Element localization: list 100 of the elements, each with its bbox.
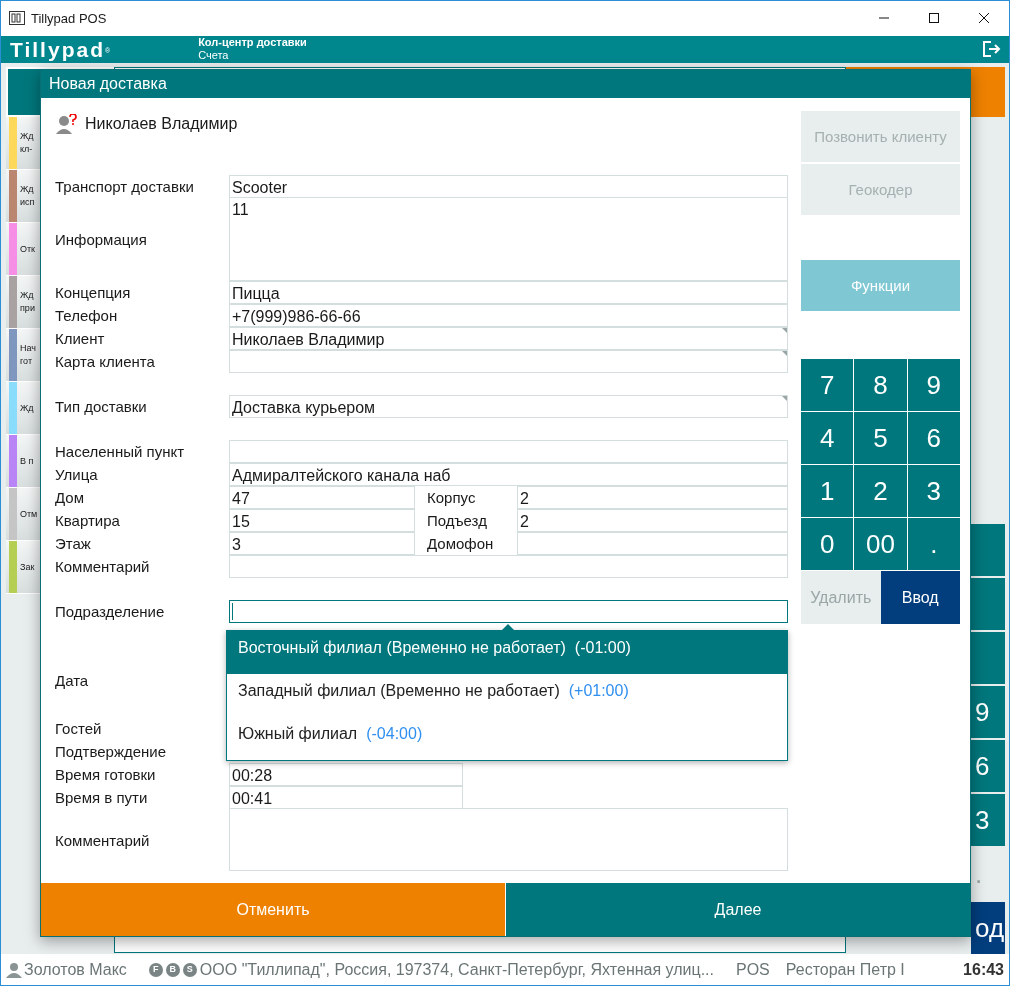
- text-field[interactable]: 2: [517, 508, 788, 532]
- side-key[interactable]: 3: [971, 794, 1005, 847]
- text-field[interactable]: 47: [229, 485, 415, 509]
- status-text: Отк: [20, 242, 36, 256]
- user-question-icon: [55, 114, 77, 135]
- field-label: Квартира: [55, 511, 121, 532]
- dropdown-option[interactable]: Западный филиал (Временно не работает) (+01:00): [227, 674, 787, 718]
- field-label: Населенный пункт: [55, 442, 186, 463]
- field-label: Дата: [55, 671, 90, 692]
- footer-button[interactable]: Отменить: [41, 883, 505, 937]
- field-label: Улица: [55, 465, 99, 486]
- keypad-key[interactable]: 1: [801, 465, 854, 518]
- text-field[interactable]: Адмиралтейского канала наб: [229, 462, 788, 486]
- header-title: Кол-центр доставки: [198, 36, 307, 50]
- field-label: Клиент: [55, 329, 106, 350]
- field-label: Время готовки: [55, 765, 157, 786]
- header-subtitle: Счета: [198, 49, 230, 63]
- status-text: Жд: [20, 401, 34, 415]
- keypad-key[interactable]: 0: [801, 518, 854, 571]
- field-label: Телефон: [55, 306, 119, 327]
- status-text: при: [20, 302, 35, 316]
- restaurant-name: Ресторан Петр I: [785, 959, 905, 980]
- field-label: Информация: [55, 230, 148, 251]
- status-text: Жд: [20, 130, 34, 144]
- field-value: 2: [519, 512, 530, 530]
- text-field[interactable]: [229, 554, 788, 578]
- logout-icon[interactable]: [983, 41, 1001, 58]
- field-label: Тип доставки: [55, 397, 148, 418]
- side-key[interactable]: [971, 524, 1005, 577]
- app-icon: [9, 11, 25, 26]
- field-label: Корпус: [426, 488, 477, 509]
- field-label: Концепция: [55, 283, 132, 304]
- field-value: 15: [231, 512, 251, 530]
- keypad-key[interactable]: 4: [801, 412, 854, 465]
- field-label: Подразделение: [55, 602, 166, 623]
- text-cursor: [232, 603, 233, 621]
- field-value: Пицца: [231, 284, 281, 302]
- maximize-icon[interactable]: [929, 13, 939, 24]
- dropdown-option[interactable]: Восточный филиал (Временно не работает) (-01:00): [227, 631, 787, 675]
- status-text: исп: [20, 196, 35, 210]
- status-text: Отм: [20, 507, 38, 521]
- status-badge: B: [165, 962, 180, 977]
- keypad-key[interactable]: .: [907, 518, 960, 571]
- text-field[interactable]: 3: [229, 531, 415, 555]
- side-key[interactable]: 6: [971, 740, 1005, 793]
- status-badge: S: [182, 962, 197, 977]
- keypad-key[interactable]: 6: [907, 412, 960, 465]
- user-icon: [6, 961, 22, 978]
- status-text: В п: [20, 454, 34, 468]
- text-field[interactable]: 2: [517, 485, 788, 509]
- field-value: +7(999)986-66-66: [231, 307, 362, 325]
- text-field[interactable]: 00:28: [229, 762, 463, 786]
- text-area[interactable]: 11: [229, 197, 788, 282]
- status-text: Жд: [20, 183, 35, 197]
- text-field[interactable]: Доставка курьером: [229, 394, 788, 418]
- text-field[interactable]: Николаев Владимир: [229, 326, 788, 350]
- keypad-key[interactable]: 8: [854, 359, 907, 412]
- logo: Tillypad$^{®}$: [10, 38, 113, 60]
- side-key[interactable]: 9: [971, 686, 1005, 739]
- text-field[interactable]: Scooter: [229, 174, 788, 198]
- status-text: кл-: [20, 143, 34, 157]
- client-name: Николаев Владимир: [85, 114, 238, 135]
- dialog-title: Новая доставка: [49, 74, 167, 95]
- side-key[interactable]: [971, 578, 1005, 631]
- keypad-key[interactable]: Ввод: [880, 571, 960, 625]
- text-field[interactable]: 15: [229, 508, 415, 532]
- corner-mark-icon: [782, 350, 787, 356]
- text-field[interactable]: [517, 531, 788, 555]
- field-label: Подтверждение: [55, 742, 168, 763]
- field-label: Комментарий: [55, 557, 151, 578]
- keypad-key[interactable]: 5: [854, 412, 907, 465]
- keypad-key[interactable]: 3: [907, 465, 960, 518]
- corner-mark-icon: [782, 395, 787, 401]
- footer-button[interactable]: Далее: [505, 883, 970, 937]
- side-key[interactable]: [971, 632, 1005, 685]
- side-key[interactable]: од: [971, 902, 1005, 955]
- input-field[interactable]: [229, 600, 788, 624]
- text-field[interactable]: [229, 349, 788, 373]
- field-value: Доставка курьером: [231, 398, 377, 416]
- close-icon[interactable]: [979, 13, 989, 24]
- text-field[interactable]: Пицца: [229, 280, 788, 304]
- keypad-key[interactable]: 9: [907, 359, 960, 412]
- text-field[interactable]: 00:41: [229, 785, 463, 809]
- keypad-key[interactable]: 00: [854, 518, 907, 571]
- field-value: 2: [519, 489, 530, 507]
- field-value: 3: [231, 535, 242, 553]
- window-title: Tillypad POS: [31, 9, 107, 28]
- field-value: Николаев Владимир: [231, 330, 386, 348]
- corner-mark-icon: [782, 327, 787, 333]
- text-area[interactable]: [229, 808, 788, 872]
- field-value: 00:41: [231, 789, 274, 807]
- field-value: 11: [231, 201, 250, 219]
- field-label: Этаж: [55, 534, 92, 555]
- keypad-key[interactable]: 7: [801, 359, 854, 412]
- field-label: Комментарий: [55, 830, 151, 851]
- keypad-key[interactable]: 2: [854, 465, 907, 518]
- field-label: Дом: [55, 488, 85, 509]
- text-field[interactable]: [229, 439, 788, 463]
- dropdown-option[interactable]: Южный филиал (-04:00): [227, 717, 787, 761]
- text-field[interactable]: +7(999)986-66-66: [229, 303, 788, 327]
